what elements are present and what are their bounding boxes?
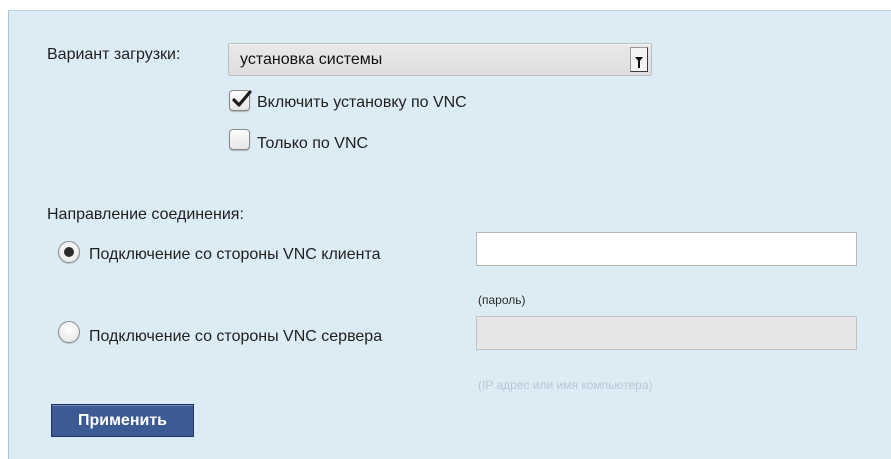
client-connection-label[interactable]: Подключение со стороны VNC клиента — [89, 246, 381, 264]
vnc-only-label[interactable]: Только по VNC — [257, 135, 368, 153]
dropdown-bar-icon — [638, 61, 640, 68]
boot-variant-label: Вариант загрузки: — [47, 46, 181, 63]
host-input[interactable] — [476, 316, 857, 350]
connection-direction-heading: Направление соединения: — [47, 206, 244, 223]
password-hint: (пароль) — [478, 293, 526, 307]
boot-variant-select[interactable]: установка системы — [228, 43, 652, 76]
host-hint: (IP адрес или имя компьютера) — [478, 378, 653, 392]
vnc-only-checkbox[interactable] — [229, 129, 250, 150]
enable-vnc-checkbox[interactable] — [229, 90, 252, 111]
dropdown-button[interactable] — [630, 47, 648, 72]
radio-selected-dot — [64, 247, 74, 257]
enable-vnc-label[interactable]: Включить установку по VNC — [257, 94, 467, 112]
server-connection-label[interactable]: Подключение со стороны VNC сервера — [89, 328, 382, 346]
boot-variant-value: установка системы — [240, 51, 383, 68]
client-connection-radio[interactable] — [58, 241, 80, 263]
apply-button[interactable]: Применить — [51, 404, 194, 437]
checkmark-icon — [232, 90, 252, 107]
password-input[interactable] — [476, 232, 857, 266]
server-connection-radio[interactable] — [58, 321, 80, 343]
